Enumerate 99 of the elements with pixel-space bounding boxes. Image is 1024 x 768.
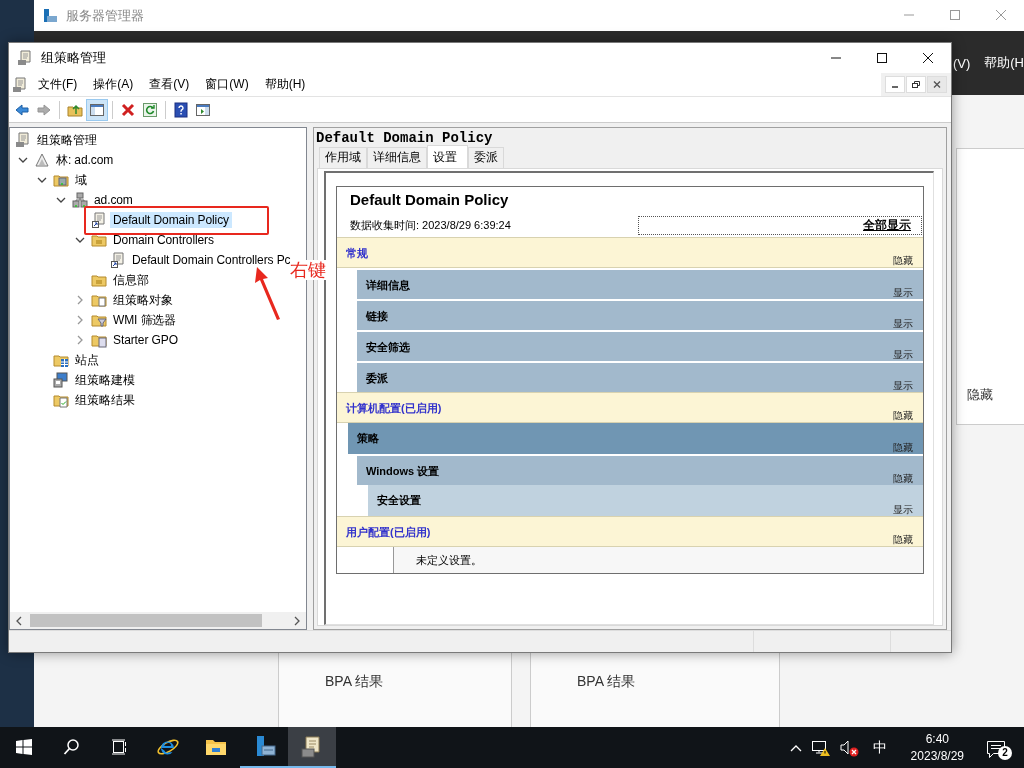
tab[interactable]: 委派 bbox=[468, 147, 504, 168]
scroll-right-icon[interactable] bbox=[292, 615, 302, 626]
domain-folder-icon bbox=[53, 172, 69, 188]
section-title[interactable]: 计算机配置(已启用) bbox=[337, 393, 451, 422]
section-title[interactable]: 详细信息 bbox=[357, 270, 419, 299]
tree-item[interactable]: 信息部 bbox=[110, 270, 152, 290]
input-method-indicator[interactable]: 中 bbox=[866, 738, 893, 757]
menu-item[interactable]: 帮助(H) bbox=[256, 76, 314, 93]
tab[interactable]: 详细信息 bbox=[367, 147, 427, 168]
network-warning-icon[interactable] bbox=[810, 738, 831, 757]
tile-item[interactable]: BPA 结果 bbox=[577, 673, 779, 691]
shortcut-scroll-icon bbox=[91, 212, 107, 228]
folder-icon bbox=[53, 352, 69, 368]
tile-item[interactable]: BPA 结果 bbox=[325, 673, 511, 691]
tree-item[interactable]: 组策略对象 bbox=[110, 290, 176, 310]
toggle-link[interactable]: 显示 bbox=[893, 381, 913, 391]
folder-icon bbox=[91, 292, 107, 308]
toggle-link[interactable]: 显示 bbox=[893, 505, 913, 515]
folder-icon bbox=[53, 392, 69, 408]
horizontal-scrollbar[interactable] bbox=[10, 612, 306, 629]
tree-item[interactable]: 组策略建模 bbox=[72, 370, 138, 390]
tree-item[interactable]: 站点 bbox=[72, 350, 102, 370]
tree-item[interactable]: 组策略管理 bbox=[34, 130, 100, 150]
scroll-left-icon[interactable] bbox=[14, 615, 24, 626]
search-icon bbox=[63, 737, 81, 756]
toggle-link[interactable]: 显示 bbox=[893, 288, 913, 298]
section-title[interactable]: Windows 设置 bbox=[357, 456, 449, 485]
scroll-icon bbox=[12, 76, 28, 93]
scrollbar-thumb[interactable] bbox=[30, 614, 262, 627]
folder-icon bbox=[91, 232, 107, 248]
folder-icon bbox=[91, 272, 107, 288]
folder-icon bbox=[91, 312, 107, 328]
tree-item[interactable]: Default Domain Policy bbox=[110, 212, 232, 228]
toggle-link[interactable]: 显示 bbox=[893, 319, 913, 329]
section-title[interactable]: 策略 bbox=[348, 423, 388, 454]
delete-x-icon bbox=[120, 101, 136, 118]
notification-button[interactable]: 2 bbox=[982, 735, 1014, 760]
tree-item[interactable]: 组策略结果 bbox=[72, 390, 138, 410]
minimize-icon[interactable] bbox=[885, 76, 905, 93]
window-title: 服务器管理器 bbox=[66, 6, 145, 25]
start-icon bbox=[16, 738, 32, 755]
window-title: 组策略管理 bbox=[41, 49, 107, 67]
tab[interactable]: 设置 bbox=[427, 145, 468, 168]
pane-title: Default Domain Policy bbox=[315, 129, 494, 148]
show-all-link[interactable]: 全部显示 bbox=[638, 215, 922, 235]
help-icon bbox=[173, 101, 189, 118]
tree-item[interactable]: WMI 筛选器 bbox=[110, 310, 180, 330]
taskbar-button[interactable] bbox=[288, 727, 336, 768]
toggle-link[interactable]: 隐藏 bbox=[893, 535, 913, 545]
scroll-icon bbox=[15, 132, 31, 148]
menu-item[interactable]: 查看(V) bbox=[141, 76, 198, 93]
section-title[interactable]: 用户配置(已启用) bbox=[337, 517, 440, 546]
report-title: Default Domain Policy bbox=[349, 190, 510, 210]
scroll-icon bbox=[17, 50, 33, 66]
clock-time[interactable]: 6:40 bbox=[925, 730, 949, 748]
speaker-muted-icon[interactable] bbox=[838, 738, 859, 757]
folder-icon bbox=[91, 332, 107, 348]
message-icon bbox=[986, 739, 1006, 758]
action-pane-icon bbox=[195, 101, 211, 118]
back-arrow-icon bbox=[14, 101, 30, 118]
tree-item[interactable]: 林: ad.com bbox=[53, 150, 117, 170]
menu-item[interactable]: 文件(F) bbox=[30, 76, 86, 93]
task-view-icon bbox=[111, 737, 129, 756]
server-manager-icon bbox=[42, 7, 58, 24]
collection-time: 数据收集时间: 2023/8/29 6:39:24 bbox=[350, 217, 511, 233]
tree-item[interactable]: Domain Controllers bbox=[110, 232, 217, 248]
forward-arrow-icon bbox=[36, 101, 52, 118]
toggle-link[interactable]: 隐藏 bbox=[893, 474, 913, 484]
close-icon[interactable] bbox=[927, 76, 947, 93]
section-title[interactable]: 安全筛选 bbox=[357, 332, 419, 361]
computer-icon bbox=[53, 372, 69, 388]
toggle-link[interactable]: 显示 bbox=[893, 350, 913, 360]
toolbar-button[interactable] bbox=[86, 98, 108, 121]
menu-item[interactable]: (V) bbox=[952, 55, 971, 71]
notification-count: 2 bbox=[998, 745, 1012, 760]
menu-item[interactable]: 窗口(W) bbox=[197, 76, 257, 93]
menu-item[interactable]: 帮助(H bbox=[984, 54, 1024, 72]
tree-item[interactable]: 域 bbox=[72, 170, 90, 190]
tab[interactable]: 作用域 bbox=[319, 147, 367, 168]
section-title[interactable]: 安全设置 bbox=[368, 485, 430, 516]
clock-date[interactable]: 2023/8/29 bbox=[910, 747, 964, 765]
tile-link[interactable]: 隐藏 bbox=[967, 386, 993, 404]
section-title[interactable]: 委派 bbox=[357, 363, 397, 392]
console-tree-icon bbox=[89, 101, 105, 118]
server-tree-icon bbox=[72, 192, 88, 208]
toggle-link[interactable]: 隐藏 bbox=[893, 256, 913, 266]
annotation-label: 右键 bbox=[290, 260, 326, 280]
shortcut-scroll-icon bbox=[110, 252, 126, 268]
tree-item[interactable]: Starter GPO bbox=[110, 332, 181, 348]
menu-item[interactable]: 操作(A) bbox=[85, 76, 142, 93]
toggle-link[interactable]: 隐藏 bbox=[893, 411, 913, 421]
report-note: 未定义设置。 bbox=[394, 547, 923, 573]
tree-item[interactable]: ad.com bbox=[91, 192, 136, 208]
toggle-link[interactable]: 隐藏 bbox=[893, 443, 913, 453]
restore-icon[interactable] bbox=[906, 76, 926, 93]
triangle-icon bbox=[34, 152, 50, 168]
section-title[interactable]: 常规 bbox=[337, 238, 377, 267]
refresh-icon bbox=[142, 101, 158, 118]
section-title[interactable]: 链接 bbox=[357, 301, 397, 330]
